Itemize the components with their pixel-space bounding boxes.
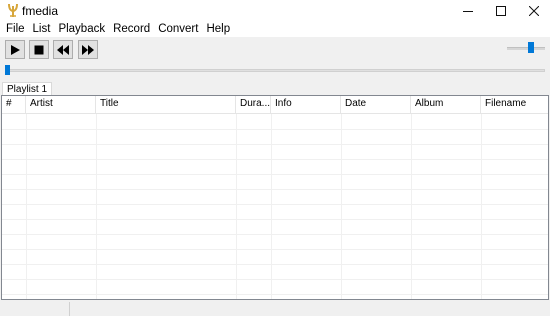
grid-line [341,114,342,299]
grid-line [2,144,548,145]
menu-bar: File List Playback Record Convert Help [0,21,550,37]
close-button[interactable] [517,0,550,21]
window-title: fmedia [22,4,59,18]
grid-line [2,189,548,190]
grid-line [236,114,237,299]
play-icon [11,44,20,55]
grid-line [481,114,482,299]
column-header-artist[interactable]: Artist [26,96,96,114]
rewind-button[interactable] [53,40,73,59]
grid-line [2,159,548,160]
volume-slider-thumb[interactable] [528,42,534,53]
minimize-icon [462,10,473,12]
grid-line [2,279,548,280]
grid-line [2,234,548,235]
status-bar [0,300,550,316]
column-header-title[interactable]: Title [96,96,236,114]
menu-playback[interactable]: Playback [54,21,109,37]
tab-playlist-1[interactable]: Playlist 1 [2,82,53,96]
maximize-icon [495,5,506,16]
menu-help[interactable]: Help [202,21,234,37]
menu-file[interactable]: File [2,21,29,37]
menu-list[interactable]: List [29,21,55,37]
grid-line [96,114,97,299]
seek-slider-thumb[interactable] [5,65,10,75]
stop-icon [34,45,44,54]
seek-slider-track[interactable] [5,69,545,72]
stop-button[interactable] [29,40,49,59]
status-separator [69,302,70,316]
playlist-table[interactable]: # Artist Title Dura... Info Date Album F… [1,95,549,300]
playlist-table-header: # Artist Title Dura... Info Date Album F… [2,96,548,114]
grid-line [2,174,548,175]
column-header-date[interactable]: Date [341,96,411,114]
fast-forward-button[interactable] [78,40,98,59]
grid-line [2,129,548,130]
toolbar [0,37,550,62]
column-header-filename[interactable]: Filename [481,96,548,114]
grid-line [271,114,272,299]
grid-line [411,114,412,299]
close-icon [528,5,539,16]
column-header-album[interactable]: Album [411,96,481,114]
grid-line [26,114,27,299]
grid-line [2,204,548,205]
title-bar[interactable]: fmedia [0,0,550,21]
rewind-icon [57,44,69,55]
grid-line [2,249,548,250]
grid-line [2,264,548,265]
menu-convert[interactable]: Convert [154,21,202,37]
play-button[interactable] [5,40,25,59]
fast-forward-icon [82,44,94,55]
maximize-button[interactable] [484,0,517,21]
volume-slider-track[interactable] [507,47,545,50]
fmedia-window: fmedia File List Playback Record Convert… [0,0,550,316]
fmedia-logo-icon [8,3,18,17]
grid-line [2,219,548,220]
column-header-info[interactable]: Info [271,96,341,114]
column-header-duration[interactable]: Dura... [236,96,271,114]
minimize-button[interactable] [451,0,484,21]
grid-line [2,294,548,295]
column-header-number[interactable]: # [2,96,26,114]
menu-record[interactable]: Record [109,21,154,37]
